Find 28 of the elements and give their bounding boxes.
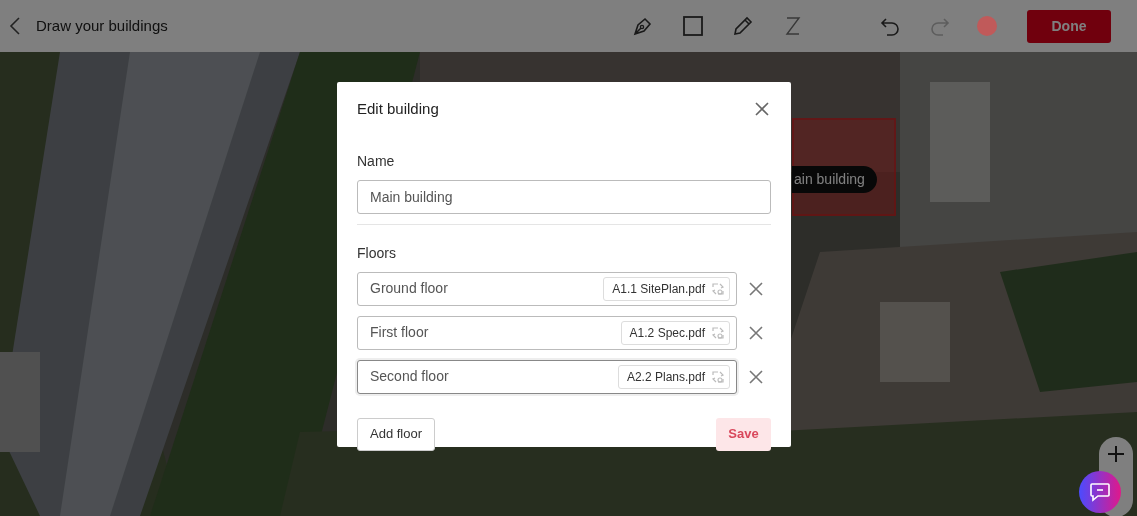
- building-label: ain building: [792, 166, 877, 193]
- section-label: Floors: [357, 243, 397, 263]
- color-swatch[interactable]: [977, 16, 997, 36]
- file-name: A1.2 Spec.pdf: [629, 324, 705, 342]
- remove-button[interactable]: [747, 323, 765, 342]
- floor-name-input[interactable]: Second floor: [370, 366, 618, 387]
- file-name: A2.2 Plans.pdf: [626, 368, 705, 386]
- file-chip[interactable]: A2.2 Plans.pdf: [617, 364, 730, 389]
- floor-name-input[interactable]: Ground floor: [370, 278, 604, 299]
- file-name: A1.1 SitePlan.pdf: [612, 280, 705, 298]
- floor-field[interactable]: Second floor A2.2 Plans.pdf: [357, 359, 737, 394]
- file-chip[interactable]: A1.1 SitePlan.pdf: [603, 276, 730, 301]
- pencil-icon[interactable]: [731, 14, 755, 38]
- page-title: Draw your buildings: [36, 15, 168, 36]
- name-field[interactable]: Main building: [357, 179, 771, 214]
- back-icon[interactable]: [8, 16, 22, 36]
- zoom-in-icon[interactable]: [1107, 445, 1125, 463]
- field-label: Name: [357, 151, 396, 171]
- dialog-title: Edit building: [357, 99, 439, 119]
- remove-button[interactable]: [747, 279, 765, 298]
- file-chip[interactable]: A1.2 Spec.pdf: [620, 320, 730, 345]
- chat-icon: [1089, 482, 1111, 502]
- floor-field[interactable]: First floor A1.2 Spec.pdf: [357, 315, 737, 350]
- floor-name-input[interactable]: First floor: [370, 322, 621, 343]
- add-floor-button[interactable]: Add floor: [357, 417, 436, 451]
- square-icon[interactable]: [681, 14, 705, 38]
- floor-field[interactable]: Ground floor A1.1 SitePlan.pdf: [357, 271, 737, 306]
- remove-button[interactable]: [747, 367, 765, 386]
